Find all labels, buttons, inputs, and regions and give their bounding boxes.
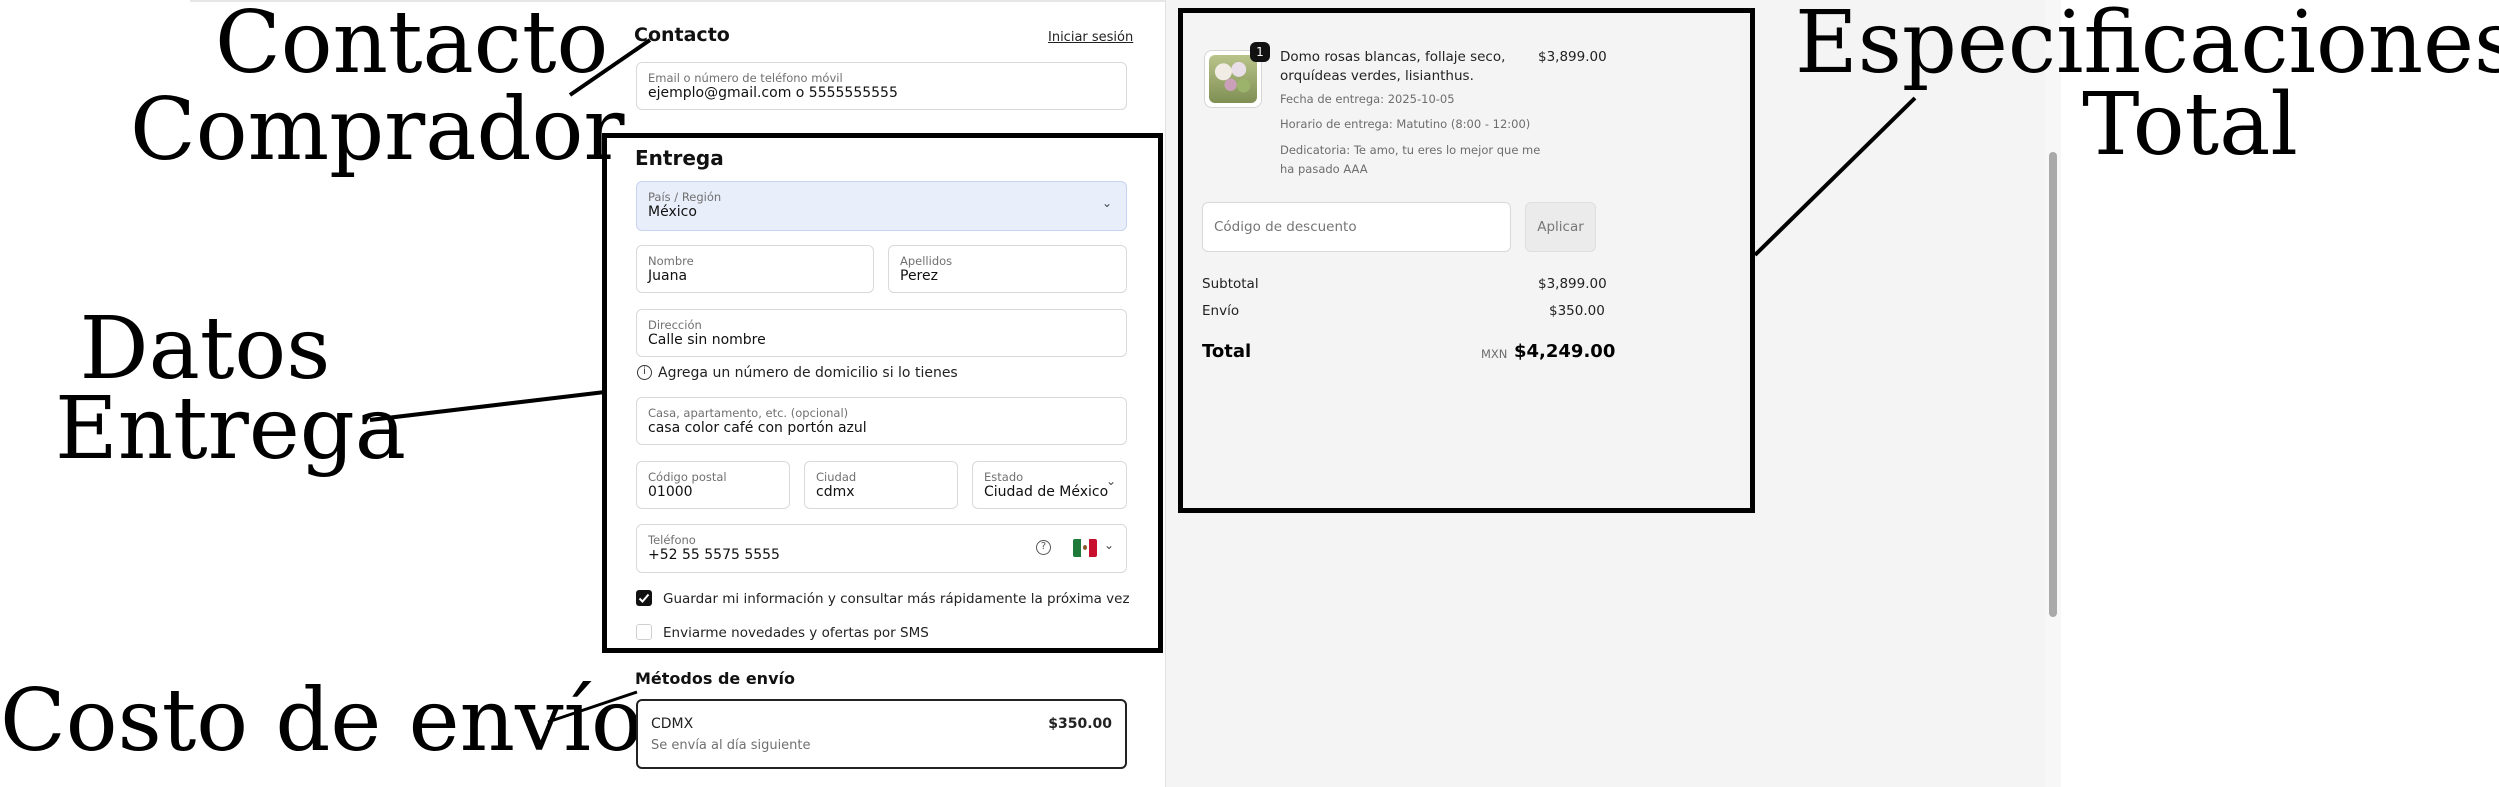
apartment-value: casa color café con portón azul	[648, 420, 867, 436]
shipping-option-price: $350.00	[1048, 716, 1112, 732]
phone-field[interactable]: Teléfono +52 55 5575 5555 ? ⌄	[636, 524, 1127, 573]
sms-checkbox[interactable]	[636, 624, 652, 640]
first-name-value: Juana	[648, 268, 688, 284]
first-name-field[interactable]: Nombre Juana	[636, 245, 874, 293]
shipping-option[interactable]: CDMX Se envía al día siguiente $350.00	[636, 699, 1127, 769]
state-value: Ciudad de México	[984, 484, 1109, 500]
last-name-label: Apellidos	[900, 254, 953, 268]
chevron-down-icon: ⌄	[1105, 474, 1116, 488]
shipping-title: Métodos de envío	[635, 669, 795, 688]
apartment-label: Casa, apartamento, etc. (opcional)	[648, 406, 849, 420]
country-select[interactable]: País / Región México ⌄	[636, 181, 1127, 231]
shipping-option-name: CDMX	[651, 716, 694, 732]
contact-title: Contacto	[634, 24, 730, 46]
annotation-especificaciones-line1: Especificaciones y	[1795, 0, 2499, 93]
city-value: cdmx	[816, 484, 855, 500]
save-info-checkbox[interactable]	[636, 590, 652, 606]
shipping-label: Envío	[1202, 303, 1240, 319]
shipping-option-desc: Se envía al día siguiente	[651, 738, 811, 753]
email-field[interactable]: Email o número de teléfono móvil ejemplo…	[636, 62, 1127, 110]
address-field[interactable]: Dirección Calle sin nombre	[636, 309, 1127, 357]
city-field[interactable]: Ciudad cdmx	[804, 461, 958, 509]
annotation-costo: Costo de envío	[0, 671, 643, 771]
last-name-value: Perez	[900, 268, 938, 284]
annotation-contacto-line1: Contacto	[215, 0, 609, 93]
info-icon: i	[637, 365, 652, 380]
state-select[interactable]: Estado Ciudad de México ⌄	[972, 461, 1127, 509]
state-label: Estado	[984, 470, 1024, 484]
product-name-line2: orquídeas verdes, lisianthus.	[1280, 68, 1474, 84]
city-label: Ciudad	[816, 470, 857, 484]
product-name-line1: Domo rosas blancas, follaje seco,	[1280, 49, 1506, 65]
total-value: $4,249.00	[1514, 341, 1616, 362]
phone-value: +52 55 5575 5555	[648, 547, 780, 563]
email-field-label: Email o número de teléfono móvil	[648, 71, 843, 85]
address-value: Calle sin nombre	[648, 332, 766, 348]
annotation-especificaciones-line2: Total	[2082, 75, 2298, 175]
annotation-datos-line2: Entrega	[55, 379, 407, 479]
login-link[interactable]: Iniciar sesión	[1048, 30, 1133, 45]
shipping-value: $350.00	[1549, 303, 1605, 319]
discount-code-input[interactable]	[1202, 202, 1511, 252]
save-info-label: Guardar mi información y consultar más r…	[663, 591, 1130, 607]
country-select-value: México	[648, 204, 697, 220]
product-price: $3,899.00	[1538, 49, 1607, 65]
total-currency: MXN	[1481, 347, 1508, 361]
help-icon[interactable]: ?	[1036, 540, 1051, 555]
delivery-date: Fecha de entrega: 2025-10-05	[1280, 92, 1455, 106]
phone-label: Teléfono	[648, 533, 696, 547]
postal-code-value: 01000	[648, 484, 693, 500]
postal-code-label: Código postal	[648, 470, 727, 484]
postal-code-field[interactable]: Código postal 01000	[636, 461, 790, 509]
subtotal-label: Subtotal	[1202, 276, 1259, 292]
subtotal-value: $3,899.00	[1538, 276, 1607, 292]
email-field-value: ejemplo@gmail.com o 5555555555	[648, 85, 898, 101]
quantity-badge: 1	[1250, 42, 1270, 62]
first-name-label: Nombre	[648, 254, 694, 268]
scrollbar-thumb[interactable]	[2049, 152, 2057, 617]
sms-label: Enviarme novedades y ofertas por SMS	[663, 625, 929, 641]
annotation-contacto-line2: Comprador	[130, 80, 625, 180]
apartment-field[interactable]: Casa, apartamento, etc. (opcional) casa …	[636, 397, 1127, 445]
last-name-field[interactable]: Apellidos Perez	[888, 245, 1127, 293]
dedication-line2: ha pasado AAA	[1280, 162, 1368, 176]
delivery-title: Entrega	[635, 146, 724, 170]
delivery-time: Horario de entrega: Matutino (8:00 - 12:…	[1280, 117, 1531, 131]
total-label: Total	[1202, 341, 1252, 362]
dedication-line1: Dedicatoria: Te amo, tu eres lo mejor qu…	[1280, 143, 1541, 157]
chevron-down-icon: ⌄	[1101, 196, 1112, 210]
mexico-flag-icon[interactable]	[1073, 539, 1097, 557]
apply-discount-button[interactable]: Aplicar	[1525, 202, 1596, 252]
chevron-down-icon[interactable]: ⌄	[1104, 538, 1114, 552]
country-select-label: País / Región	[648, 190, 722, 204]
check-icon	[638, 593, 650, 603]
address-label: Dirección	[648, 318, 702, 332]
address-hint: Agrega un número de domicilio si lo tien…	[658, 365, 958, 381]
